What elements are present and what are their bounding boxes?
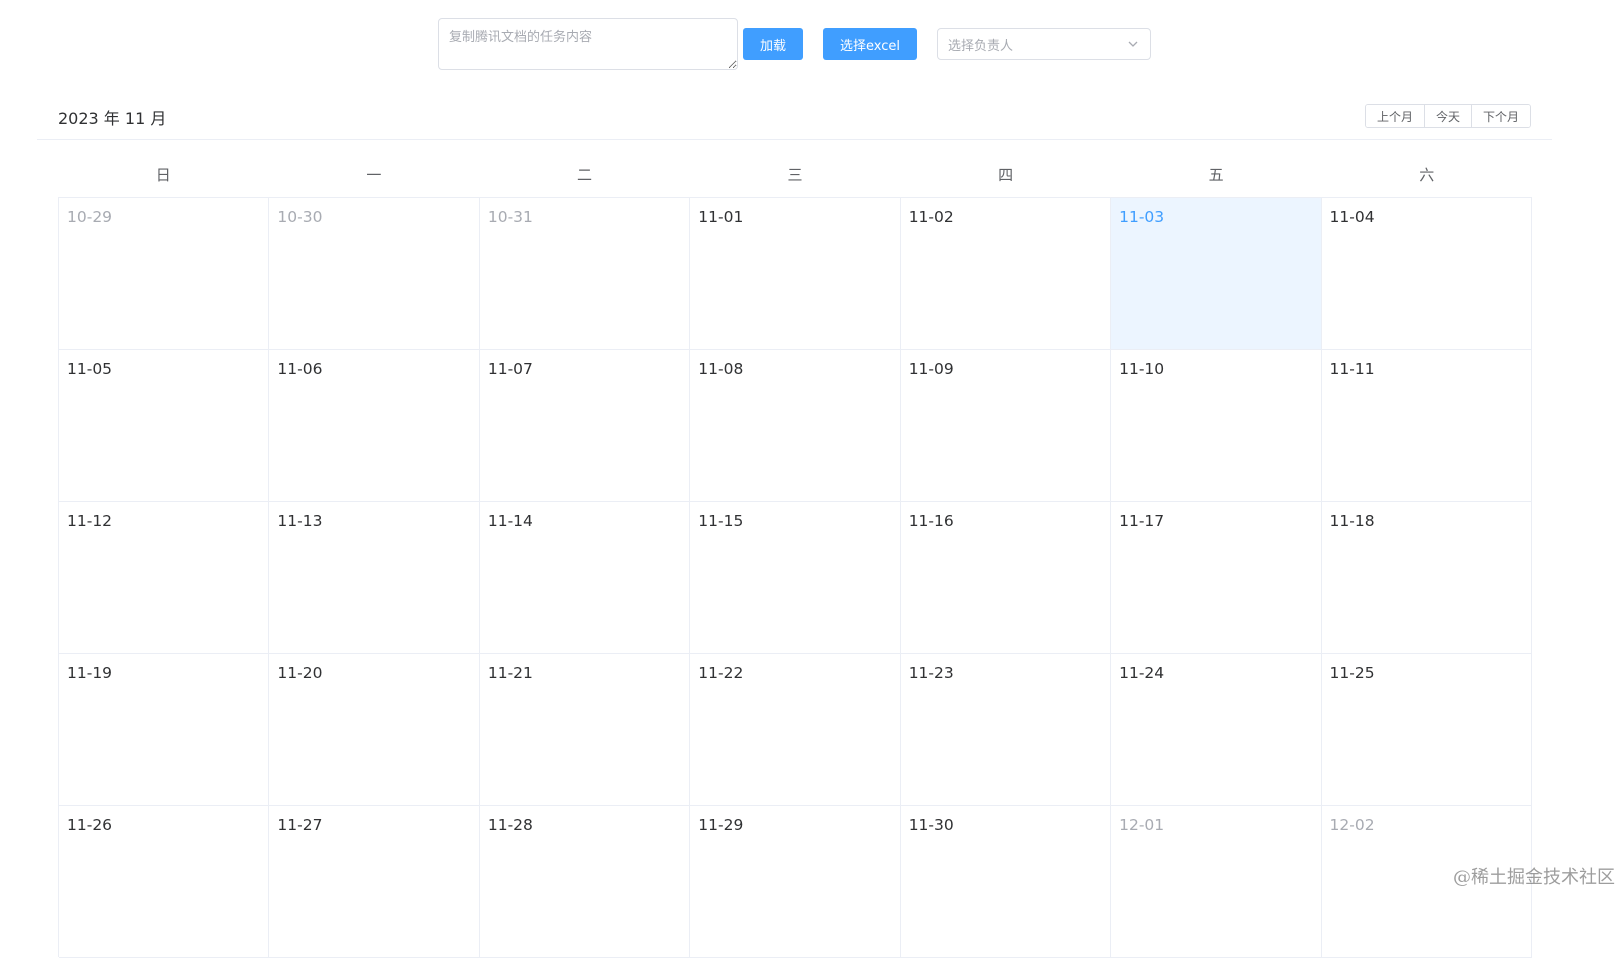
calendar-day-cell[interactable]: 11-05 [59,350,269,502]
calendar-day-label: 11-10 [1119,360,1164,378]
calendar-day-cell[interactable]: 10-30 [269,198,479,350]
calendar-day-cell[interactable]: 11-21 [480,654,690,806]
calendar-day-label: 11-12 [67,512,112,530]
calendar-day-cell[interactable]: 11-25 [1322,654,1532,806]
calendar-day-label: 11-28 [488,816,533,834]
calendar-day-label: 10-31 [488,208,533,226]
calendar-day-cell[interactable]: 11-27 [269,806,479,958]
calendar-day-label: 11-08 [698,360,743,378]
calendar-day-label: 11-27 [277,816,322,834]
calendar-day-cell[interactable]: 11-09 [901,350,1111,502]
calendar-day-cell[interactable]: 11-14 [480,502,690,654]
calendar-day-cell[interactable]: 11-20 [269,654,479,806]
calendar-day-label: 11-18 [1330,512,1375,530]
calendar-header: 2023 年 11 月 上个月 今天 下个月 [37,95,1552,140]
calendar-day-cell[interactable]: 11-18 [1322,502,1532,654]
owner-select-placeholder: 选择负责人 [948,35,1126,54]
calendar-day-cell[interactable]: 11-28 [480,806,690,958]
calendar-day-cell[interactable]: 11-10 [1111,350,1321,502]
calendar-day-cell[interactable]: 11-26 [59,806,269,958]
calendar-grid: 10-29 10-30 10-31 11-01 11-02 11-03 11-04 11-05… [58,197,1532,957]
calendar-day-cell[interactable]: 11-06 [269,350,479,502]
calendar-title: 2023 年 11 月 [58,105,166,129]
calendar-day-label: 11-13 [277,512,322,530]
calendar-day-label: 11-01 [698,208,743,226]
today-button[interactable]: 今天 [1424,105,1471,127]
calendar-day-label: 11-05 [67,360,112,378]
calendar-week-row: 11-26 11-27 11-28 11-29 11-30 12-01 12-02 [59,806,1532,958]
calendar-day-label: 11-15 [698,512,743,530]
calendar-day-cell[interactable]: 11-24 [1111,654,1321,806]
calendar-day-label: 11-04 [1330,208,1375,226]
calendar-day-cell[interactable]: 11-17 [1111,502,1321,654]
calendar-day-cell[interactable]: 11-02 [901,198,1111,350]
calendar-day-label: 12-02 [1330,816,1375,834]
calendar-day-cell[interactable]: 11-11 [1322,350,1532,502]
calendar-day-cell[interactable]: 12-01 [1111,806,1321,958]
load-button[interactable]: 加载 [743,28,803,60]
calendar-day-label: 11-23 [909,664,954,682]
calendar-week-row: 11-05 11-06 11-07 11-08 11-09 11-10 11-11 [59,350,1532,502]
calendar-day-label: 11-17 [1119,512,1164,530]
calendar-week-row: 10-29 10-30 10-31 11-01 11-02 11-03 11-04 [59,198,1532,350]
calendar-day-cell[interactable]: 11-12 [59,502,269,654]
weekday-label: 六 [1321,160,1532,198]
next-month-button[interactable]: 下个月 [1471,105,1530,127]
calendar-day-label: 11-24 [1119,664,1164,682]
calendar-day-label: 11-20 [277,664,322,682]
calendar-day-cell-today[interactable]: 11-03 [1111,198,1321,350]
calendar-day-cell[interactable]: 11-29 [690,806,900,958]
calendar-day-cell[interactable]: 10-31 [480,198,690,350]
chevron-down-icon [1126,37,1140,51]
calendar-day-cell[interactable]: 11-08 [690,350,900,502]
toolbar: 加载 选择excel 选择负责人 [0,0,1623,80]
calendar-day-label: 11-30 [909,816,954,834]
calendar-day-label: 11-21 [488,664,533,682]
calendar-day-label: 11-25 [1330,664,1375,682]
calendar-week-row: 11-12 11-13 11-14 11-15 11-16 11-17 11-18 [59,502,1532,654]
calendar-day-label: 11-16 [909,512,954,530]
select-excel-button[interactable]: 选择excel [823,28,917,60]
weekday-label: 二 [479,160,690,198]
weekday-label: 四 [900,160,1111,198]
watermark: @稀土掘金技术社区 [1453,863,1615,889]
calendar-day-label: 11-26 [67,816,112,834]
weekday-label: 日 [58,160,269,198]
calendar-day-cell[interactable]: 11-07 [480,350,690,502]
month-nav-group: 上个月 今天 下个月 [1365,104,1531,128]
calendar-day-cell[interactable]: 11-19 [59,654,269,806]
calendar-day-label: 11-02 [909,208,954,226]
calendar-day-cell[interactable]: 11-30 [901,806,1111,958]
calendar-day-label: 11-22 [698,664,743,682]
calendar-day-label: 10-30 [277,208,322,226]
calendar-day-label: 11-29 [698,816,743,834]
calendar-day-label: 11-09 [909,360,954,378]
calendar-day-cell[interactable]: 11-13 [269,502,479,654]
calendar-day-cell[interactable]: 11-04 [1322,198,1532,350]
owner-select[interactable]: 选择负责人 [937,28,1151,60]
calendar-day-cell[interactable]: 11-16 [901,502,1111,654]
task-content-textarea[interactable] [438,18,738,70]
calendar-day-label: 11-11 [1330,360,1375,378]
calendar-day-cell[interactable]: 11-23 [901,654,1111,806]
calendar-day-label: 10-29 [67,208,112,226]
calendar-day-cell[interactable]: 11-15 [690,502,900,654]
weekday-header-row: 日 一 二 三 四 五 六 [58,160,1532,198]
calendar-day-label: 11-07 [488,360,533,378]
calendar-day-cell[interactable]: 11-01 [690,198,900,350]
calendar-day-label: 11-14 [488,512,533,530]
calendar-day-label: 11-19 [67,664,112,682]
weekday-label: 三 [690,160,901,198]
calendar-day-label: 11-06 [277,360,322,378]
calendar-day-cell[interactable]: 11-22 [690,654,900,806]
weekday-label: 五 [1111,160,1322,198]
calendar-day-label: 11-03 [1119,208,1164,226]
calendar-week-row: 11-19 11-20 11-21 11-22 11-23 11-24 11-25 [59,654,1532,806]
calendar-day-cell[interactable]: 10-29 [59,198,269,350]
calendar-day-label: 12-01 [1119,816,1164,834]
prev-month-button[interactable]: 上个月 [1366,105,1424,127]
weekday-label: 一 [269,160,480,198]
